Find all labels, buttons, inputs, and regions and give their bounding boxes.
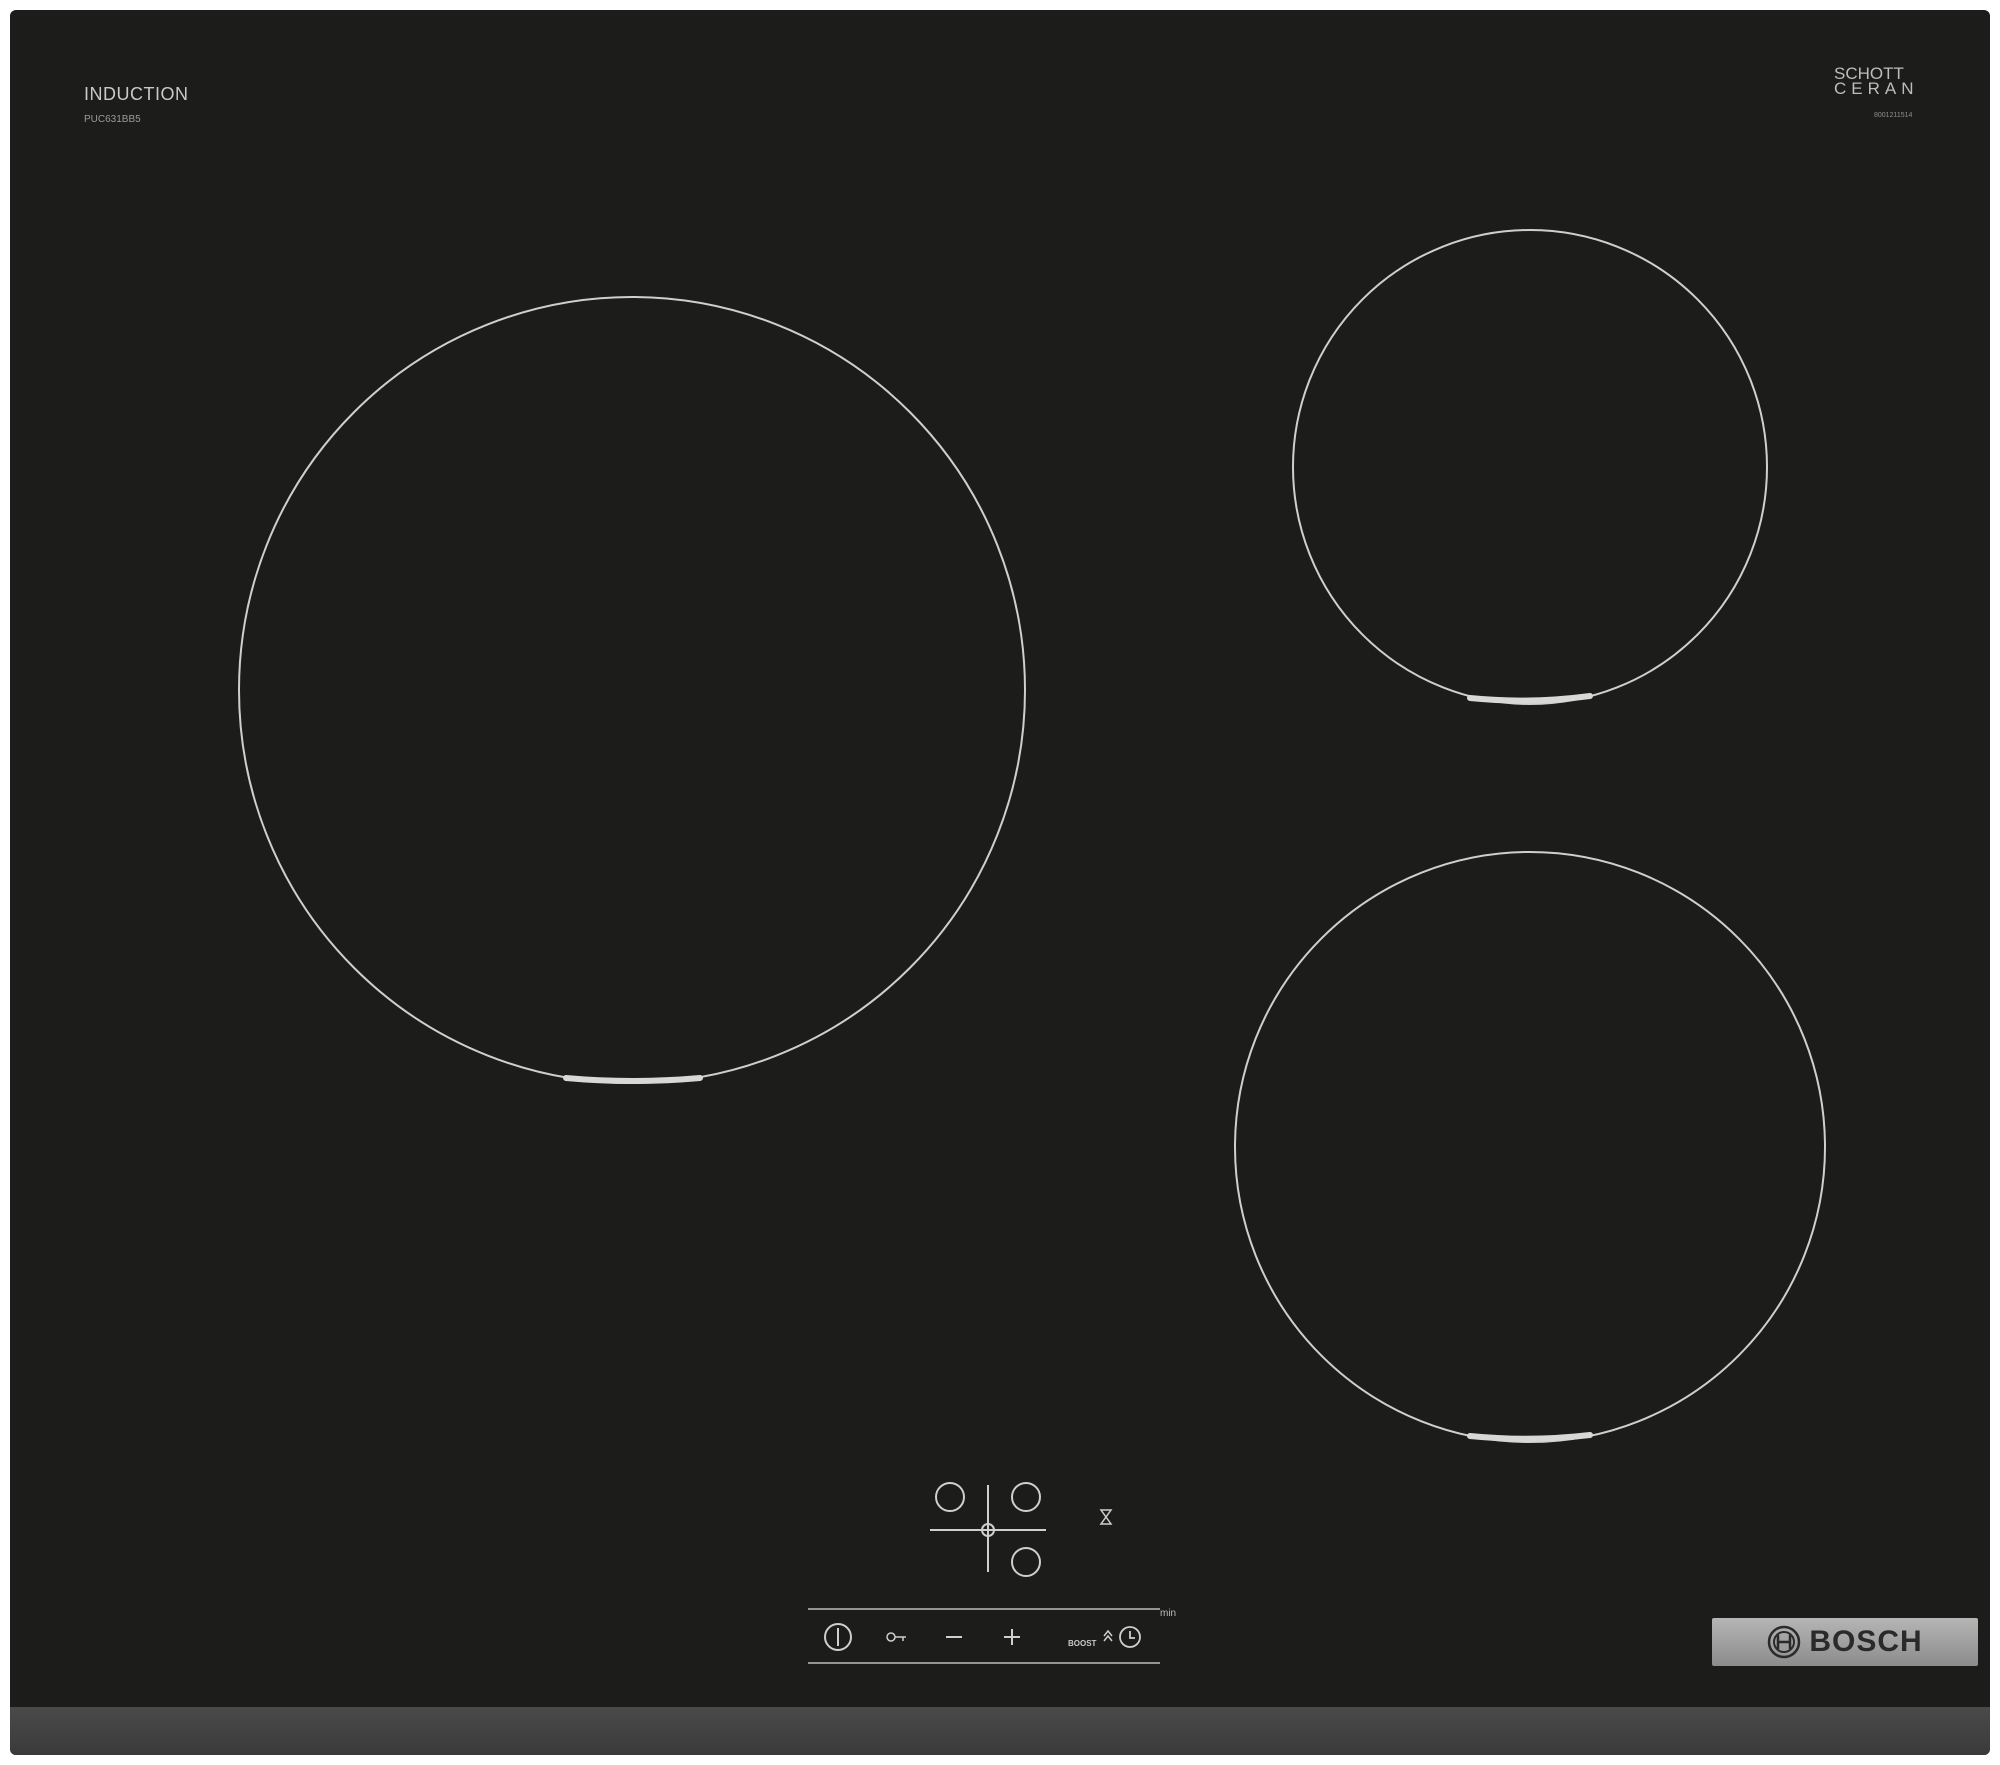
power-button[interactable]	[824, 1623, 852, 1651]
boost-chevron-icon	[1103, 1629, 1113, 1642]
hourglass-icon	[1099, 1509, 1113, 1525]
plus-button[interactable]	[1004, 1629, 1020, 1645]
zone-marker	[1467, 693, 1593, 704]
brand-name: BOSCH	[1809, 1625, 1923, 1658]
hob-graphics	[238, 229, 1826, 1664]
zone-selector-rear-right[interactable]	[1011, 1482, 1041, 1512]
boost-button[interactable]: BOOST	[1068, 1639, 1096, 1648]
timer-button[interactable]	[1119, 1626, 1141, 1648]
zone-marker	[563, 1075, 703, 1084]
lock-button[interactable]	[886, 1632, 906, 1642]
hob-front-edge	[10, 1707, 1990, 1755]
cooking-zone-rear-right[interactable]	[1292, 229, 1768, 705]
zone-selector-cluster	[930, 1482, 1046, 1577]
brand-badge: BOSCH	[1712, 1618, 1978, 1666]
timer-unit-label: min	[1160, 1608, 1177, 1619]
glass-brand-line2: CERAN	[1834, 79, 1919, 98]
glass-brand: SCHOTT CERAN	[1834, 65, 1919, 98]
zone-selector-front-left[interactable]	[935, 1482, 965, 1512]
induction-label: INDUCTION	[84, 84, 189, 104]
zone-marker	[1467, 1432, 1593, 1442]
lock-icon	[886, 1632, 896, 1642]
bosch-logo-icon	[1768, 1625, 1801, 1659]
cooking-zone-front-right[interactable]	[1234, 851, 1826, 1443]
serial-number: 8001211514	[1874, 112, 1913, 119]
induction-hob: INDUCTION PUC631BB5 SCHOTT CERAN 8001211…	[10, 10, 1990, 1755]
zone-selector-front-right[interactable]	[1011, 1547, 1041, 1577]
cooking-zone-left[interactable]	[238, 296, 1026, 1084]
model-number: PUC631BB5	[84, 114, 141, 125]
